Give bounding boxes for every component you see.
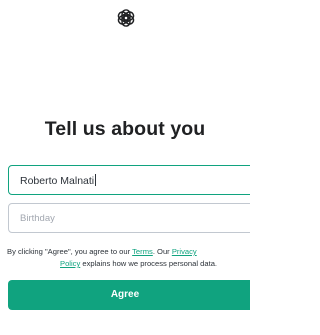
legal-prefix: By clicking "Agree", you agree to our	[7, 247, 133, 256]
signup-page: Tell us about you Roberto Malnati Birthd…	[0, 0, 250, 335]
full-name-text: Roberto Malnati	[20, 175, 95, 187]
text-caret	[95, 174, 97, 186]
agree-button[interactable]: Agree	[8, 280, 250, 310]
birthday-placeholder: Birthday	[20, 213, 55, 224]
legal-middle: . Our	[152, 247, 172, 256]
terms-link[interactable]: Terms	[132, 247, 153, 256]
privacy-policy-link-part-1[interactable]: Privacy	[172, 247, 197, 256]
legal-suffix: explains how we process personal data.	[80, 259, 218, 268]
full-name-field[interactable]: Roberto Malnati	[8, 165, 250, 195]
agree-button-label: Agree	[110, 289, 140, 300]
openai-logo-icon	[117, 9, 135, 27]
privacy-policy-link-part-2[interactable]: Policy	[60, 259, 80, 268]
page-title: Tell us about you	[44, 118, 206, 140]
full-name-value[interactable]: Roberto Malnati	[20, 174, 97, 187]
birthday-field[interactable]: Birthday	[8, 203, 250, 233]
legal-notice-line-2: Policy explains how we process personal …	[60, 257, 217, 270]
